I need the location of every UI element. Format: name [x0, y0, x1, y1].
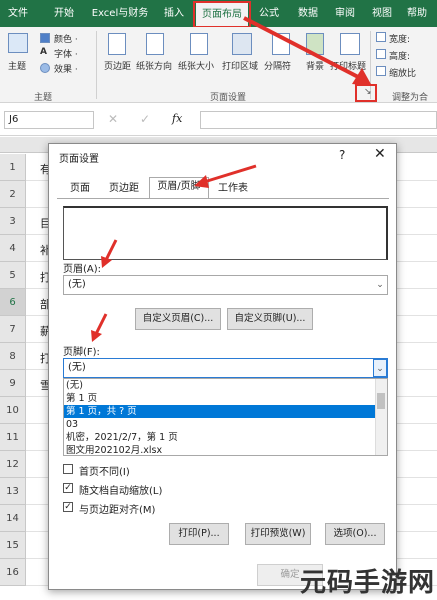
custom-footer-button[interactable]: 自定义页脚(U)... [227, 308, 313, 330]
close-icon[interactable]: ✕ [374, 146, 386, 162]
margins-button[interactable]: 页边距 [104, 59, 131, 72]
print-preview-button[interactable]: 打印预览(W) [245, 523, 311, 545]
checkbox[interactable] [63, 464, 73, 474]
footer-option[interactable]: 03 [64, 418, 376, 431]
effects-button[interactable]: 效果 · [54, 62, 78, 75]
chevron-down-icon[interactable]: ⌄ [373, 276, 387, 294]
annotation-arrow-icon [194, 164, 257, 188]
dialog-tab-page[interactable]: 页面 [61, 179, 99, 198]
custom-header-button[interactable]: 自定义页眉(C)... [135, 308, 221, 330]
themes-label: 主题 [8, 62, 27, 72]
annotation-arrow-icon [91, 313, 108, 342]
dropdown-scrollbar[interactable] [375, 379, 387, 455]
row-header[interactable]: 13 [0, 478, 26, 505]
tab-underline [57, 198, 389, 199]
checkbox[interactable]: ✓ [63, 483, 73, 493]
row-header[interactable]: 8 [0, 343, 26, 370]
row-header[interactable]: 6 [0, 289, 26, 316]
watermark-logo: 元码手游网 [300, 568, 436, 598]
row-header[interactable]: 5 [0, 262, 26, 289]
fonts-icon: A [40, 47, 47, 57]
height-label: 高度: [389, 52, 411, 62]
scrollbar-thumb[interactable] [377, 393, 385, 409]
footer-dropdown-list[interactable]: (无) 第 1 页第 1 页，共 ? 页 03 机密，2021/2/7，第 1 页图文… [63, 378, 388, 456]
group-label-scale: 调整为合 [392, 93, 429, 103]
footer-option[interactable]: 第 1 页，共 ? 页 [64, 405, 376, 418]
row-header[interactable]: 4 [0, 235, 26, 262]
margins-icon [108, 33, 126, 55]
tab-home[interactable]: 开始 [44, 0, 84, 27]
help-icon[interactable]: ? [339, 148, 345, 162]
checkbox-label[interactable]: 随文档自动缩放(L) [79, 482, 162, 497]
row-header[interactable]: 9 [0, 370, 26, 397]
row-header[interactable]: 15 [0, 532, 26, 559]
dialog-title: 页面设置 [59, 154, 99, 165]
orientation-button[interactable]: 纸张方向 [136, 59, 172, 72]
effects-icon [40, 63, 50, 73]
row-header[interactable]: 7 [0, 316, 26, 343]
themes-icon[interactable] [8, 33, 28, 53]
checkbox[interactable]: ✓ [63, 502, 73, 512]
row-header[interactable]: 1 [0, 154, 26, 181]
footer-option[interactable]: 图文用202102月.xlsx [64, 444, 376, 455]
page-setup-dialog: 页面设置 ? ✕ 页面 页边距 页眉/页脚 工作表 页眉(A): (无) ⌄ 自… [48, 143, 397, 590]
tab-file[interactable]: 文件 [0, 0, 36, 27]
footer-option[interactable]: 第 1 页 [64, 392, 376, 405]
footer-select-value: (无) [68, 362, 86, 373]
chevron-down-icon[interactable]: ⌄ [373, 359, 387, 377]
annotation-arrow-icon [243, 16, 372, 86]
print-button[interactable]: 打印(P)... [169, 523, 229, 545]
scale-label: 缩放比 [389, 69, 417, 79]
footer-label: 页脚(F): [63, 347, 100, 358]
enter-icon[interactable]: ✓ [140, 112, 150, 126]
fx-icon[interactable]: fx [172, 112, 182, 125]
formula-bar: J6 ✕ ✓ fx [0, 104, 437, 136]
ribbon-separator [96, 31, 97, 99]
cancel-icon[interactable]: ✕ [108, 112, 118, 126]
footer-option[interactable]: 机密，2021/2/7，第 1 页 [64, 431, 376, 444]
formula-input[interactable] [200, 111, 437, 129]
annotation-arrow-icon [101, 239, 118, 268]
header-label: 页眉(A): [63, 264, 102, 275]
size-icon [190, 33, 208, 55]
row-header[interactable]: 14 [0, 505, 26, 532]
tab-help[interactable]: 帮助 [400, 0, 434, 27]
header-select-value: (无) [68, 279, 86, 290]
row-header[interactable]: 10 [0, 397, 26, 424]
row-header[interactable]: 3 [0, 208, 26, 235]
checkbox-label[interactable]: 首页不同(I) [79, 463, 130, 478]
group-label-page-setup: 页面设置 [210, 93, 247, 103]
orientation-icon [146, 33, 164, 55]
width-label: 宽度: [389, 35, 411, 45]
header-select[interactable]: (无) ⌄ [63, 275, 388, 295]
colors-button[interactable]: 颜色 · [54, 32, 78, 45]
footer-option[interactable]: (无) [64, 379, 376, 392]
row-header[interactable]: 12 [0, 451, 26, 478]
checkbox-label[interactable]: 与页边距对齐(M) [79, 501, 155, 516]
options-button[interactable]: 选项(O)... [325, 523, 385, 545]
dialog-tab-margins[interactable]: 页边距 [101, 179, 147, 198]
footer-select[interactable]: (无) ⌄ [63, 358, 388, 378]
tab-excel-finance[interactable]: Excel与财务 [84, 0, 156, 27]
size-button[interactable]: 纸张大小 [178, 59, 214, 72]
row-header[interactable]: 16 [0, 559, 26, 586]
row-header[interactable]: 2 [0, 181, 26, 208]
fonts-button[interactable]: 字体 · [54, 47, 78, 60]
tab-insert[interactable]: 插入 [156, 0, 192, 27]
group-label-themes: 主题 [34, 93, 53, 103]
row-header[interactable]: 11 [0, 424, 26, 451]
name-box[interactable]: J6 [4, 111, 94, 129]
colors-icon [40, 33, 50, 43]
